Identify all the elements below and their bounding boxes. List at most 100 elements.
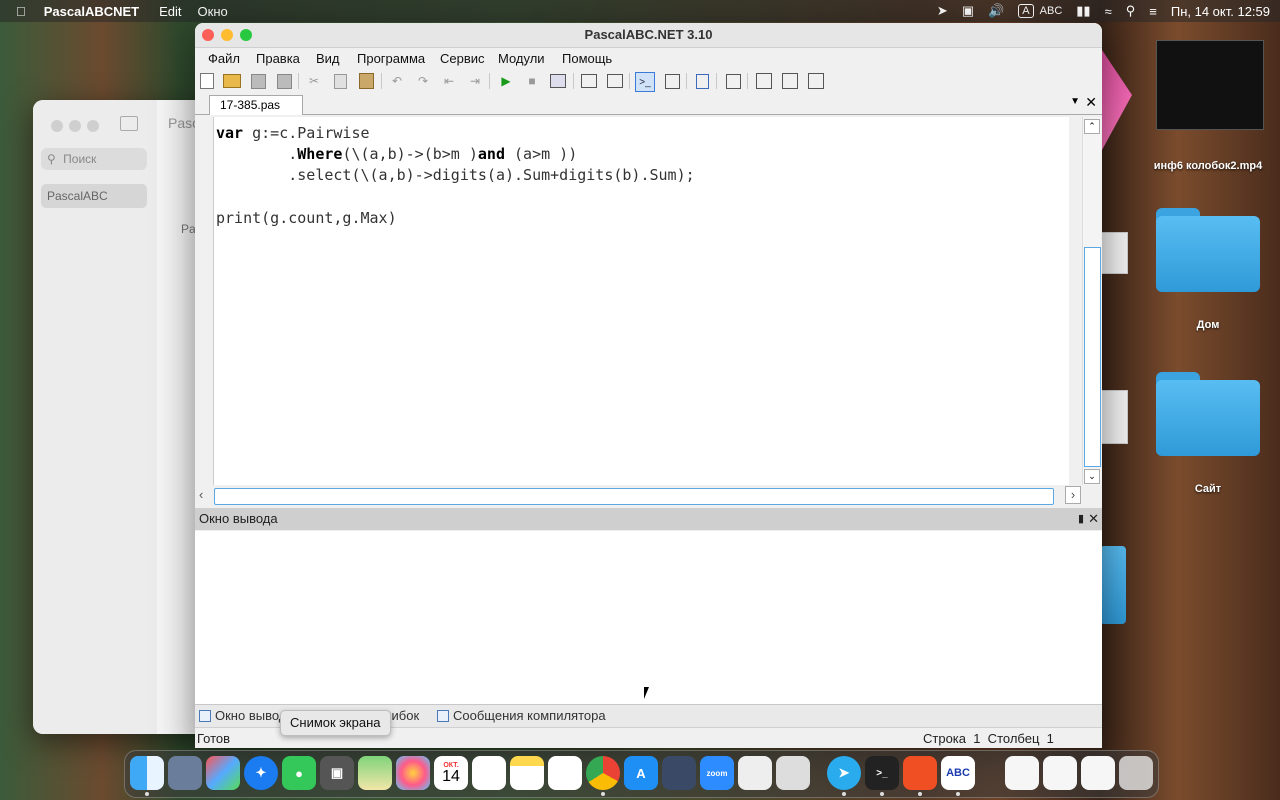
screenshot-stack-icon[interactable] xyxy=(1081,756,1115,790)
launchpad-icon[interactable] xyxy=(206,756,240,790)
input-source-icon[interactable]: A xyxy=(1018,4,1034,18)
scroll-down-icon[interactable]: ⌄ xyxy=(1084,469,1100,484)
close-tab-icon[interactable]: ✕ xyxy=(1085,94,1097,111)
menu-bar:  PascalABCNET Edit Окно ➤ ▣ 🔊 A ABC ▮▮ … xyxy=(0,0,1280,22)
photos-icon[interactable] xyxy=(396,756,430,790)
scrollbar-thumb[interactable] xyxy=(214,488,1054,505)
wifi-icon[interactable]: ≈ xyxy=(1105,4,1112,19)
save-icon[interactable] xyxy=(249,72,267,90)
close-icon[interactable] xyxy=(202,29,214,41)
run-icon[interactable]: ▶ xyxy=(497,72,515,90)
menu-edit[interactable]: Правка xyxy=(256,51,300,66)
form-designer-icon[interactable] xyxy=(663,72,681,90)
search-icon[interactable]: ⚲ xyxy=(1126,3,1136,19)
output-panel[interactable] xyxy=(195,531,1102,704)
screenshot-icon[interactable]: ▣ xyxy=(320,756,354,790)
release-icon[interactable] xyxy=(807,72,825,90)
step-over-icon[interactable] xyxy=(606,72,624,90)
chrome-icon[interactable] xyxy=(586,756,620,790)
volume-icon[interactable]: 🔊 xyxy=(988,3,1004,19)
copy-icon[interactable] xyxy=(331,72,349,90)
trash-icon[interactable] xyxy=(1119,756,1153,790)
trace-icon[interactable] xyxy=(781,72,799,90)
folder-icon[interactable] xyxy=(1100,546,1126,624)
downloads-stack-icon[interactable] xyxy=(1043,756,1077,790)
calendar-icon[interactable]: ОКТ. 14 xyxy=(434,756,468,790)
save-all-icon[interactable] xyxy=(275,72,293,90)
sidebar-item-pascalabc[interactable]: PascalABC xyxy=(41,184,147,208)
finder-search-input[interactable]: ⚲ Поиск xyxy=(41,148,147,170)
finder-item-fragment[interactable]: Pa xyxy=(181,222,196,236)
zoom-icon[interactable] xyxy=(87,120,99,132)
menu-view[interactable]: Вид xyxy=(316,51,340,66)
scroll-right-icon[interactable]: › xyxy=(1065,486,1081,504)
debug-icon[interactable] xyxy=(755,72,773,90)
tab-file[interactable]: 17-385.pas xyxy=(209,95,303,115)
code-editor[interactable]: var g:=c.Pairwise .Where(\(a,b)->(b>m )a… xyxy=(213,117,1069,485)
preview-icon[interactable] xyxy=(168,756,202,790)
close-icon[interactable] xyxy=(51,120,63,132)
minimize-icon[interactable] xyxy=(69,120,81,132)
menubar-clock[interactable]: Пн, 14 окт. 12:59 xyxy=(1171,4,1270,19)
scroll-left-icon[interactable]: ‹ xyxy=(199,487,203,502)
menubar-app-name[interactable]: PascalABCNET xyxy=(44,4,139,19)
display-icon[interactable]: ▣ xyxy=(962,3,974,19)
menu-program[interactable]: Программа xyxy=(357,51,425,66)
terminal-icon[interactable]: >_ xyxy=(865,756,899,790)
control-center-icon[interactable]: ≡ xyxy=(1149,4,1157,19)
apple-icon[interactable]:  xyxy=(16,4,26,19)
zoom-app-icon[interactable]: zoom xyxy=(700,756,734,790)
messages-icon[interactable]: ● xyxy=(282,756,316,790)
finder-icon[interactable] xyxy=(130,756,164,790)
notes-icon[interactable] xyxy=(510,756,544,790)
office-icon[interactable] xyxy=(903,756,937,790)
horizontal-scrollbar[interactable]: ‹ › xyxy=(195,486,1082,506)
location-icon[interactable]: ➤ xyxy=(937,3,948,19)
indent-icon[interactable]: ⇤ xyxy=(440,72,458,90)
menu-modules[interactable]: Модули xyxy=(498,51,545,66)
system-monitor-icon[interactable] xyxy=(662,756,696,790)
zoom-icon[interactable] xyxy=(240,29,252,41)
redo-icon[interactable]: ↷ xyxy=(414,72,432,90)
vertical-scrollbar[interactable]: ⌃ ⌄ xyxy=(1082,117,1101,485)
menubar-window[interactable]: Окно xyxy=(198,4,228,19)
menubar-edit[interactable]: Edit xyxy=(159,4,181,19)
cut-icon[interactable]: ✂ xyxy=(305,72,323,90)
format-code-icon[interactable] xyxy=(693,72,711,90)
app-icon-fragment xyxy=(1102,50,1132,150)
battery-icon[interactable]: ▮▮ xyxy=(1076,3,1090,19)
pin-icon[interactable]: ▮ xyxy=(1078,508,1084,530)
telegram-icon[interactable]: ➤ xyxy=(827,756,861,790)
tab-compiler-messages[interactable]: Сообщения компилятора xyxy=(437,708,606,723)
scroll-up-icon[interactable]: ⌃ xyxy=(1084,119,1100,134)
menu-service[interactable]: Сервис xyxy=(440,51,485,66)
undo-icon[interactable]: ↶ xyxy=(388,72,406,90)
books-icon[interactable] xyxy=(776,756,810,790)
maps-icon[interactable] xyxy=(358,756,392,790)
scrollbar-thumb[interactable] xyxy=(1084,247,1101,467)
freeform-icon[interactable] xyxy=(548,756,582,790)
stop-icon[interactable]: ■ xyxy=(523,72,541,90)
menu-file[interactable]: Файл xyxy=(208,51,240,66)
grid-icon[interactable] xyxy=(724,72,742,90)
unindent-icon[interactable]: ⇥ xyxy=(466,72,484,90)
reminders-icon[interactable] xyxy=(472,756,506,790)
safari-icon[interactable]: ✦ xyxy=(244,756,278,790)
document-icon[interactable] xyxy=(1005,756,1039,790)
minimize-icon[interactable] xyxy=(221,29,233,41)
pascalabc-app-icon[interactable]: ABC xyxy=(941,756,975,790)
close-panel-icon[interactable]: ✕ xyxy=(1088,508,1099,530)
compile-icon[interactable] xyxy=(549,72,567,90)
paste-icon[interactable] xyxy=(357,72,375,90)
tab-list-icon[interactable]: ▼ xyxy=(1070,96,1080,107)
desktop-item-video[interactable]: инф6 колобок2.mp4 xyxy=(1148,40,1268,172)
new-file-icon[interactable] xyxy=(198,72,216,90)
textedit-icon[interactable] xyxy=(738,756,772,790)
step-into-icon[interactable] xyxy=(580,72,598,90)
open-folder-icon[interactable] xyxy=(223,72,241,90)
menu-help[interactable]: Помощь xyxy=(562,51,612,66)
sidebar-toggle-icon[interactable] xyxy=(120,116,138,131)
code-text: . xyxy=(216,145,298,163)
app-store-icon[interactable]: A xyxy=(624,756,658,790)
output-window-toggle-icon[interactable]: >_ xyxy=(635,72,655,92)
